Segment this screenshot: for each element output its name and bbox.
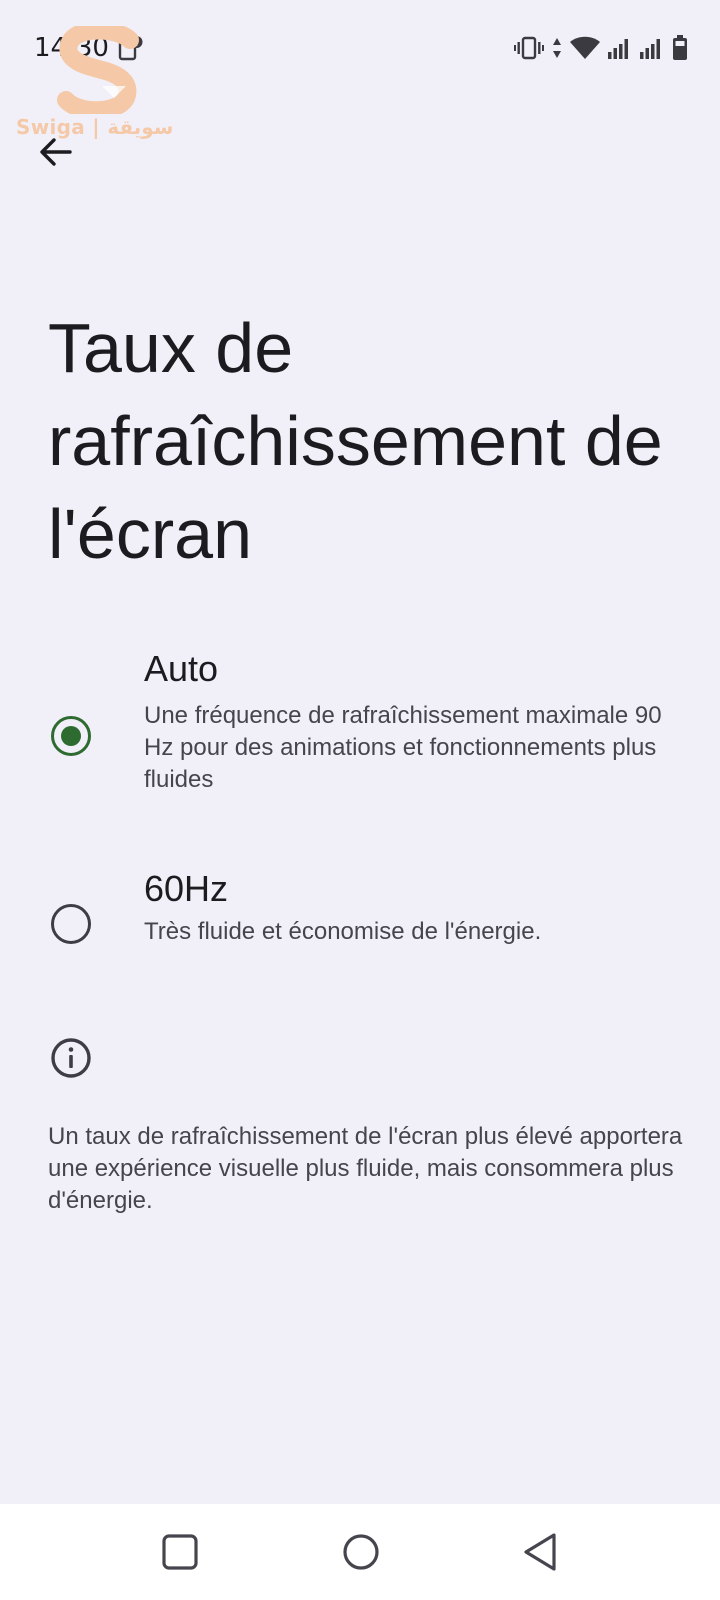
option-auto[interactable]: Auto Une fréquence de rafraîchissement m… <box>0 646 720 816</box>
option-title: Auto <box>144 648 219 689</box>
info-icon <box>51 1038 91 1078</box>
swiga-logo-icon <box>57 26 139 114</box>
page-title: Taux de rafraîchissement de l'écran <box>48 309 663 573</box>
nav-back-button[interactable] <box>520 1532 560 1572</box>
signal-icon <box>608 39 628 59</box>
home-icon <box>343 1534 379 1570</box>
recents-icon <box>162 1534 198 1570</box>
battery-icon <box>673 35 687 60</box>
option-60hz[interactable]: 60Hz Très fluide et économise de l'énerg… <box>0 866 720 976</box>
home-button[interactable] <box>341 1532 381 1572</box>
navigation-bar <box>0 1504 720 1600</box>
signal-icon <box>640 39 660 59</box>
info-text: Un taux de rafraîchissement de l'écran p… <box>48 1123 683 1214</box>
option-title: 60Hz <box>144 868 229 909</box>
option-description: Une fréquence de rafraîchissement maxima… <box>144 702 662 793</box>
data-transfer-icon <box>553 38 561 58</box>
option-description: Très fluide et économise de l'énergie. <box>144 918 542 945</box>
radio-60hz[interactable] <box>51 904 91 944</box>
status-icons <box>514 34 688 62</box>
screen: 14:30 Swiga | سويقة Taux de rafraîchisse… <box>0 0 720 1600</box>
back-icon <box>524 1533 556 1571</box>
arrow-back-icon <box>40 138 72 166</box>
recents-button[interactable] <box>160 1532 200 1572</box>
back-button[interactable] <box>26 122 86 182</box>
wifi-icon <box>570 36 600 59</box>
vibrate-icon <box>514 36 544 60</box>
radio-auto[interactable] <box>51 716 91 756</box>
